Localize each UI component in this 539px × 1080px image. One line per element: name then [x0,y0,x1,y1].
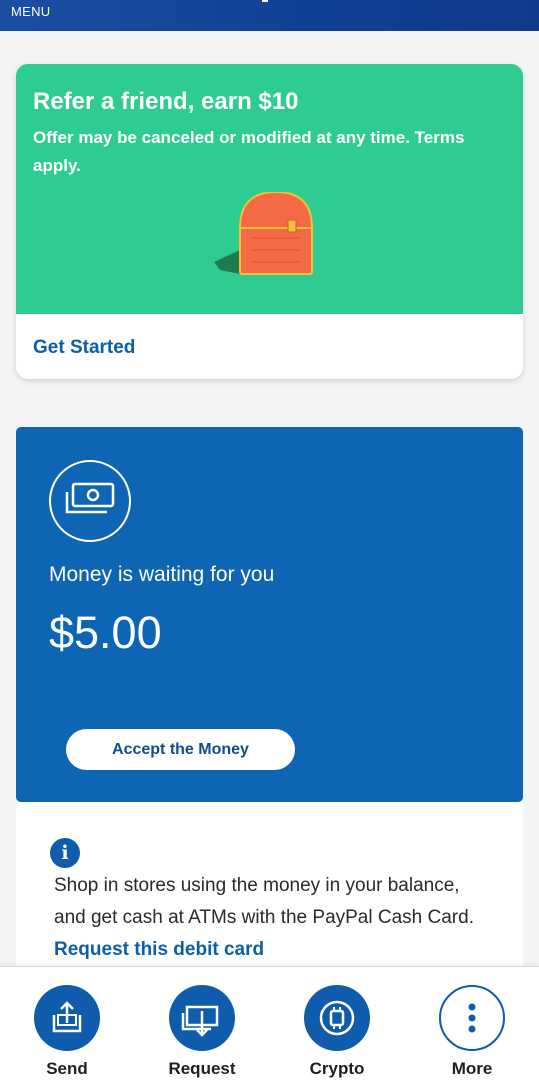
nav-send[interactable]: Send [17,967,117,1080]
refer-subtitle: Offer may be canceled or modified at any… [33,128,465,175]
more-dots-icon [439,985,505,1051]
nav-crypto-label: Crypto [309,1059,365,1078]
money-amount: $5.00 [49,607,162,658]
treasure-chest-icon [214,192,314,275]
info-text: Shop in stores using the money in your b… [54,875,474,928]
nav-crypto[interactable]: Crypto [287,967,387,1080]
refer-friend-card[interactable]: Refer a friend, earn $10 Offer may be ca… [16,64,523,379]
cash-card-info: i Shop in stores using the money in your… [16,802,523,967]
refer-banner: Refer a friend, earn $10 Offer may be ca… [16,64,523,314]
info-text-block: Shop in stores using the money in your b… [54,870,484,966]
send-upload-icon [34,985,100,1051]
info-icon: i [50,838,80,868]
nav-more-label: More [451,1059,493,1078]
nav-send-label: Send [46,1059,88,1078]
nav-more[interactable]: More [422,967,522,1080]
menu-label[interactable]: MENU [11,4,50,19]
request-debit-card-link[interactable]: Request this debit card [54,939,264,960]
get-started-link[interactable]: Get Started [33,337,135,359]
bottom-nav: Send Request Crypto More [0,966,539,1080]
top-header-bar: MENU [0,0,539,31]
cash-icon [49,460,131,542]
refer-title: Refer a friend, earn $10 [33,88,299,115]
nav-request[interactable]: Request [152,967,252,1080]
request-download-icon [169,985,235,1051]
status-notch [262,0,268,2]
money-waiting-title: Money is waiting for you [49,563,275,586]
money-waiting-card: Money is waiting for you $5.00 Accept th… [16,427,523,802]
crypto-chip-icon [304,985,370,1051]
nav-request-label: Request [168,1059,236,1078]
accept-money-button[interactable]: Accept the Money [66,729,295,770]
